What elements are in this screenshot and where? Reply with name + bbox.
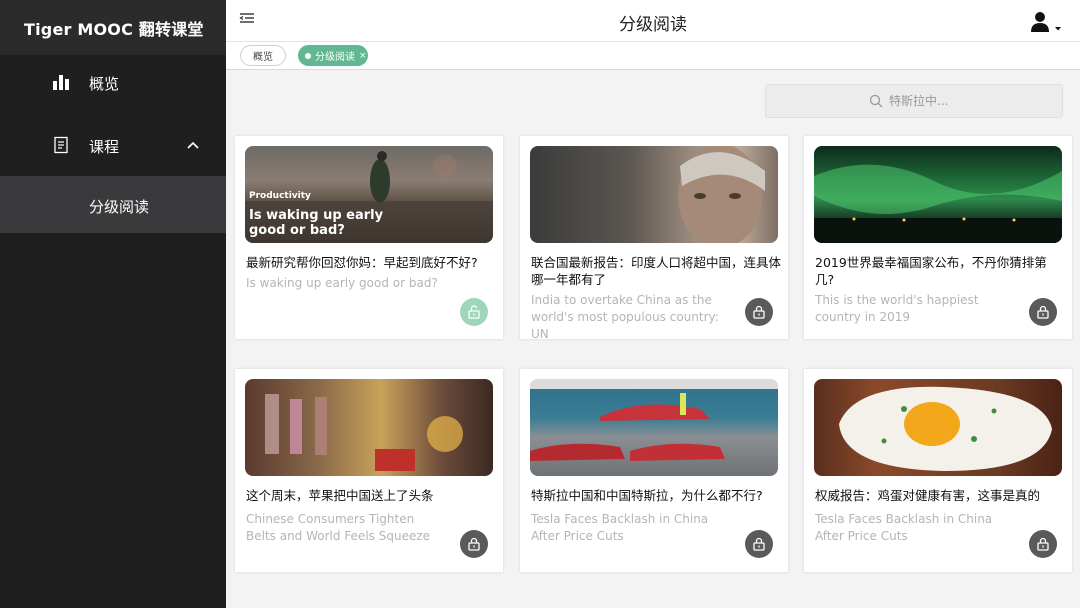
search-input[interactable] <box>889 94 959 108</box>
article-subtitle: Is waking up early good or bad? <box>246 276 438 290</box>
article-title: 最新研究帮你回怼你妈：早起到底好不好? <box>246 255 478 270</box>
article-subtitle: Chinese Consumers Tighten Belts and Worl… <box>246 512 431 543</box>
locked-button[interactable] <box>1029 530 1057 558</box>
search-icon <box>869 94 883 108</box>
article-thumbnail: Productivity Is waking up early good or … <box>245 146 493 243</box>
fried-egg-image <box>839 386 1052 471</box>
sidebar: Tiger MOOC 翻转课堂 概览 课程 分级阅读 <box>0 0 226 608</box>
tab-bar: 概览 分级阅读 × <box>226 42 1080 70</box>
article-subtitle: This is the world's happiest country in … <box>815 293 979 324</box>
close-tab-icon[interactable]: × <box>359 51 367 61</box>
locked-button[interactable] <box>1029 298 1057 326</box>
user-avatar-icon[interactable] <box>1030 11 1064 35</box>
sidebar-subitem-graded-reading[interactable]: 分级阅读 <box>0 176 226 233</box>
article-thumbnail <box>814 379 1062 476</box>
top-header: 分级阅读 <box>226 0 1080 42</box>
article-subtitle: India to overtake China as the world's m… <box>531 293 719 341</box>
article-title: 特斯拉中国和中国特斯拉，为什么都不行? <box>531 488 763 503</box>
elderly-woman-image <box>678 146 765 243</box>
lock-icon <box>468 537 480 551</box>
article-thumbnail <box>814 146 1062 243</box>
aurora-image <box>814 164 1062 243</box>
locked-button[interactable] <box>745 298 773 326</box>
article-title: 2019世界最幸福国家公布，不丹你猜排第几? <box>815 255 1047 287</box>
article-card[interactable]: 联合国最新报告：印度人口将超中国，连具体哪一年都有了 India to over… <box>520 136 788 341</box>
article-subtitle: Tesla Faces Backlash in China After Pric… <box>815 512 993 543</box>
sidebar-item-label: 概览 <box>89 75 120 93</box>
active-dot-icon <box>305 52 311 59</box>
unlock-button[interactable] <box>460 298 488 326</box>
article-card[interactable]: Productivity Is waking up early good or … <box>235 136 503 339</box>
article-card[interactable]: 2019世界最幸福国家公布，不丹你猜排第几? This is the world… <box>804 136 1072 339</box>
unlocked-icon <box>468 305 480 319</box>
locked-button[interactable] <box>745 530 773 558</box>
tab-label: 分级阅读 <box>315 52 355 63</box>
article-card[interactable]: 特斯拉中国和中国特斯拉，为什么都不行? Tesla Faces Backlash… <box>520 369 788 572</box>
lock-icon <box>1037 305 1049 319</box>
article-thumbnail <box>530 146 778 243</box>
tab-overview[interactable]: 概览 <box>240 45 286 66</box>
brand-title: Tiger MOOC 翻转课堂 <box>0 0 226 55</box>
article-card[interactable]: 这个周末，苹果把中国送上了头条 Chinese Consumers Tighte… <box>235 369 503 572</box>
article-card[interactable]: 权威报告：鸡蛋对健康有害，这事是真的 Tesla Faces Backlash … <box>804 369 1072 572</box>
sidebar-subitem-label: 分级阅读 <box>89 198 150 216</box>
page-title: 分级阅读 <box>619 15 687 35</box>
document-icon <box>54 136 68 154</box>
article-title: 联合国最新报告：印度人口将超中国，连具体哪一年都有了 <box>531 255 782 287</box>
article-title: 权威报告：鸡蛋对健康有害，这事是真的 <box>815 488 1041 503</box>
thumbnail-caption: Is waking up early good or bad? <box>249 208 384 238</box>
lock-icon <box>753 305 765 319</box>
article-subtitle: Tesla Faces Backlash in China After Pric… <box>531 512 709 543</box>
locked-button[interactable] <box>460 530 488 558</box>
lock-icon <box>753 537 765 551</box>
thumbnail-tag: Productivity <box>249 191 311 201</box>
tesla-cars-image <box>530 379 778 461</box>
chevron-up-icon[interactable] <box>186 138 200 152</box>
sidebar-item-label: 课程 <box>89 138 120 156</box>
store-front-image <box>265 394 463 471</box>
sidebar-item-course[interactable]: 课程 <box>0 118 226 174</box>
article-thumbnail <box>530 379 778 476</box>
sidebar-item-overview[interactable]: 概览 <box>0 55 226 111</box>
lock-icon <box>1037 537 1049 551</box>
article-thumbnail <box>245 379 493 476</box>
tab-label: 概览 <box>253 52 273 63</box>
bar-chart-icon <box>53 75 69 90</box>
search-box[interactable] <box>765 84 1063 118</box>
tab-graded-reading[interactable]: 分级阅读 × <box>298 45 368 66</box>
article-title: 这个周末，苹果把中国送上了头条 <box>246 488 434 503</box>
